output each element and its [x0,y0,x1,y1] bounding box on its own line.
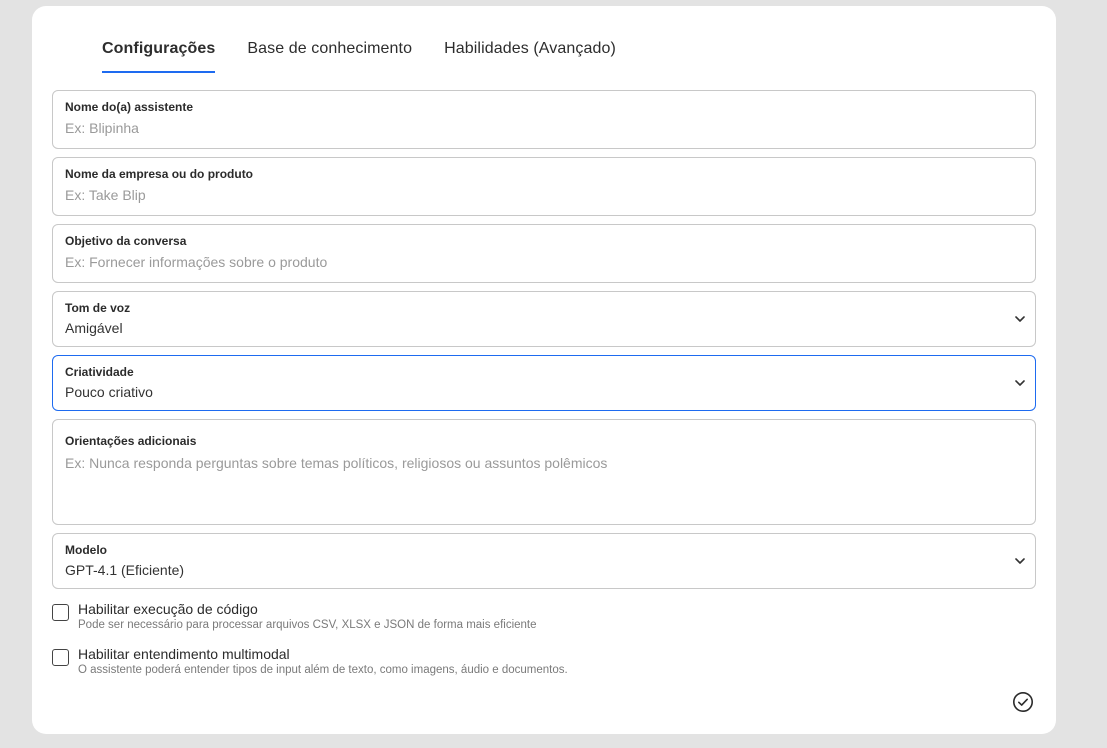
company-name-placeholder: Ex: Take Blip [65,187,146,203]
creativity-value: Pouco criativo [65,384,153,400]
guidelines-textarea[interactable]: Orientações adicionais Ex: Nunca respond… [52,419,1036,525]
assistant-name-label: Nome do(a) assistente [65,100,194,114]
company-name-label: Nome da empresa ou do produto [65,167,254,181]
multimodal-title: Habilitar entendimento multimodal [78,646,290,662]
tab-habilidades[interactable]: Habilidades (Avançado) [444,6,616,74]
tab-bar: Configurações Base de conhecimento Habil… [102,6,648,74]
chevron-down-icon [1015,316,1025,322]
assistant-name-field[interactable]: Nome do(a) assistente Ex: Blipinha [52,90,1036,149]
guidelines-placeholder: Ex: Nunca responda perguntas sobre temas… [65,455,608,471]
tab-base-de-conhecimento[interactable]: Base de conhecimento [247,6,412,74]
code-execution-description: Pode ser necessário para processar arqui… [78,619,537,631]
objective-field[interactable]: Objetivo da conversa Ex: Fornecer inform… [52,224,1036,283]
tone-value: Amigável [65,320,123,336]
code-execution-option: Habilitar execução de código Pode ser ne… [52,601,537,633]
tab-configuracoes[interactable]: Configurações [102,6,216,74]
company-name-field[interactable]: Nome da empresa ou do produto Ex: Take B… [52,157,1036,216]
multimodal-option: Habilitar entendimento multimodal O assi… [52,646,568,678]
creativity-label: Criatividade [65,365,134,379]
chevron-down-icon [1015,558,1025,564]
code-execution-checkbox[interactable] [52,604,69,621]
tone-select[interactable]: Tom de voz Amigável [52,291,1036,347]
assistant-name-placeholder: Ex: Blipinha [65,120,139,136]
creativity-select[interactable]: Criatividade Pouco criativo [52,355,1036,411]
code-execution-title: Habilitar execução de código [78,601,258,617]
tone-label: Tom de voz [65,301,131,315]
check-circle-icon[interactable] [1012,691,1034,713]
model-select[interactable]: Modelo GPT-4.1 (Eficiente) [52,533,1036,589]
multimodal-description: O assistente poderá entender tipos de in… [78,664,568,676]
objective-label: Objetivo da conversa [65,234,187,248]
chevron-down-icon [1015,380,1025,386]
model-value: GPT-4.1 (Eficiente) [65,562,185,578]
model-label: Modelo [65,543,107,557]
settings-card: Configurações Base de conhecimento Habil… [32,6,1056,734]
multimodal-checkbox[interactable] [52,649,69,666]
objective-placeholder: Ex: Fornecer informações sobre o produto [65,254,328,270]
guidelines-label: Orientações adicionais [65,434,197,448]
